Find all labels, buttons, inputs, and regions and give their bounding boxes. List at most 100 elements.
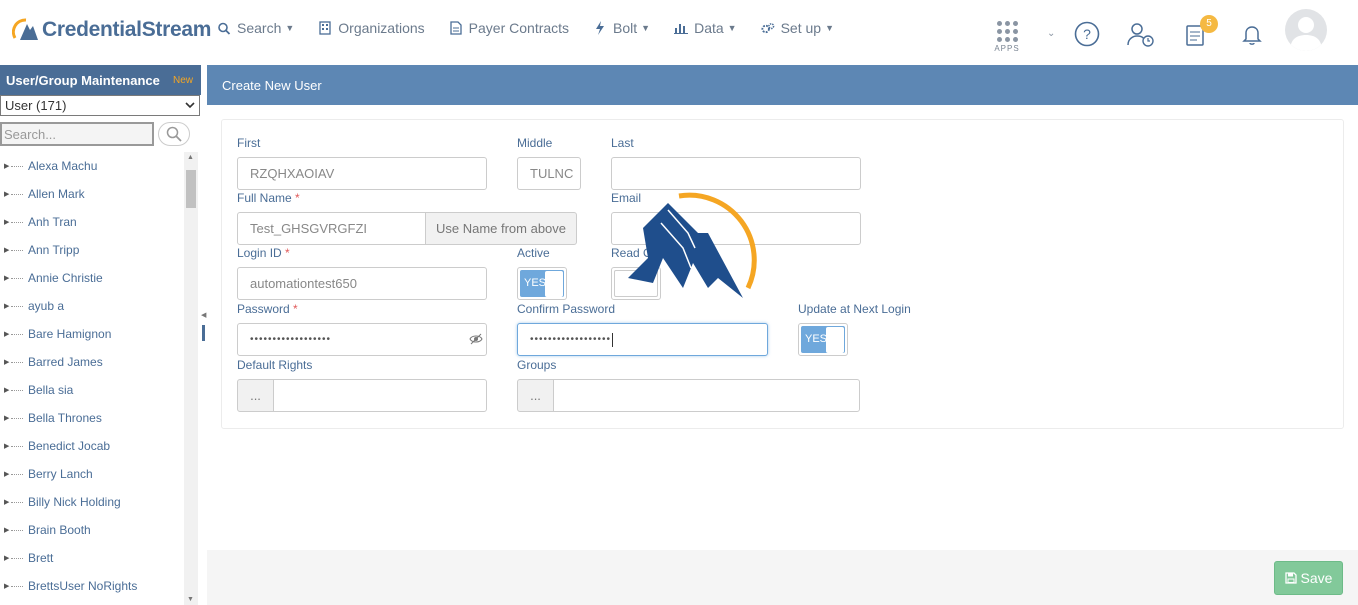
- list-item[interactable]: ▶ Bare Hamignon: [0, 320, 184, 348]
- list-item-label: Brain Booth: [28, 523, 91, 537]
- first-name-field[interactable]: RZQHXAOIAV: [237, 157, 487, 190]
- scroll-up-arrow-icon[interactable]: ▲: [187, 154, 194, 161]
- expand-arrow-icon[interactable]: ▶: [4, 554, 9, 562]
- list-item-label: Bella sia: [28, 383, 74, 397]
- full-name-value: Test_GHSGVRGFZI: [250, 221, 368, 236]
- list-item-label: Alexa Machu: [28, 159, 98, 173]
- apps-grid-icon: [990, 21, 1024, 42]
- active-toggle[interactable]: YES: [517, 267, 567, 300]
- password-field[interactable]: ••••••••••••••••••: [237, 323, 487, 356]
- svg-text:?: ?: [1083, 26, 1091, 42]
- expand-arrow-icon[interactable]: ▶: [4, 386, 9, 394]
- expand-arrow-icon[interactable]: ▶: [4, 302, 9, 310]
- sidebar-search-button[interactable]: [158, 122, 190, 146]
- required-mark: *: [285, 246, 290, 260]
- groups-field[interactable]: [553, 379, 860, 412]
- password-label: Password *: [237, 302, 298, 316]
- expand-arrow-icon[interactable]: ▶: [4, 442, 9, 450]
- expand-arrow-icon[interactable]: ▶: [4, 470, 9, 478]
- expand-arrow-icon[interactable]: ▶: [4, 414, 9, 422]
- full-name-field[interactable]: Test_GHSGVRGFZI: [237, 212, 427, 245]
- expand-arrow-icon[interactable]: ▶: [4, 582, 9, 590]
- bell-icon[interactable]: [1242, 24, 1262, 46]
- update-next-login-label: Update at Next Login: [798, 302, 911, 316]
- last-name-field[interactable]: [611, 157, 861, 190]
- expand-arrow-icon[interactable]: ▶: [4, 162, 9, 170]
- sidebar-search-placeholder: Search...: [4, 127, 57, 142]
- list-item[interactable]: ▶ Benedict Jocab: [0, 432, 184, 460]
- main-nav: Search ▼ Organizations Payer Contracts B…: [217, 20, 858, 36]
- expand-arrow-icon[interactable]: ▶: [4, 246, 9, 254]
- expand-arrow-icon[interactable]: ▶: [4, 218, 9, 226]
- expand-arrow-icon[interactable]: ▶: [4, 498, 9, 506]
- scrollbar-thumb[interactable]: [186, 170, 196, 208]
- expand-arrow-icon[interactable]: ▶: [4, 358, 9, 366]
- apps-launcher[interactable]: APPS: [990, 21, 1024, 53]
- nav-organizations[interactable]: Organizations: [318, 20, 425, 36]
- list-item-label: Bare Hamignon: [28, 327, 112, 341]
- nav-setup[interactable]: Set up ▼: [761, 20, 834, 36]
- sidebar-scrollbar[interactable]: ▲ ▼: [184, 152, 198, 605]
- list-item-label: Barred James: [28, 355, 103, 369]
- list-item[interactable]: ▶ Berry Lanch: [0, 460, 184, 488]
- eye-slash-icon[interactable]: [469, 333, 483, 345]
- help-icon[interactable]: ?: [1074, 21, 1100, 47]
- default-rights-picker-button[interactable]: ...: [237, 379, 274, 412]
- expand-arrow-icon[interactable]: ▶: [4, 190, 9, 198]
- brand-name: CredentialStream: [42, 18, 212, 41]
- list-item[interactable]: ▶ Bella Thrones: [0, 404, 184, 432]
- nav-search-label: Search: [237, 20, 282, 36]
- list-item-label: Bella Thrones: [28, 411, 102, 425]
- middle-name-label: Middle: [517, 136, 553, 150]
- list-item-label: Brett: [28, 551, 54, 565]
- sidebar-search-input[interactable]: Search...: [0, 122, 154, 146]
- confirm-password-value: ••••••••••••••••••: [530, 334, 612, 345]
- nav-payer-contracts[interactable]: Payer Contracts: [449, 20, 569, 36]
- expand-arrow-icon[interactable]: ▶: [4, 526, 9, 534]
- expand-arrow-icon[interactable]: ▶: [4, 330, 9, 338]
- chevron-down-icon: [185, 102, 195, 109]
- logo[interactable]: CredentialStream: [12, 16, 211, 44]
- list-item[interactable]: ▶ Anh Tran: [0, 208, 184, 236]
- collapse-sidebar-icon[interactable]: ◀: [201, 311, 206, 319]
- nav-data[interactable]: Data ▼: [674, 20, 737, 36]
- use-name-from-above-button[interactable]: Use Name from above: [425, 212, 577, 245]
- scroll-down-arrow-icon[interactable]: ▼: [187, 596, 194, 603]
- default-rights-field[interactable]: [273, 379, 487, 412]
- sidebar-resize-handle[interactable]: [202, 325, 205, 341]
- list-item[interactable]: ▶ Brett: [0, 544, 184, 572]
- last-name-label: Last: [611, 136, 634, 150]
- list-item[interactable]: ▶ Billy Nick Holding: [0, 488, 184, 516]
- user-clock-icon[interactable]: [1126, 21, 1156, 49]
- nav-search[interactable]: Search ▼: [217, 20, 294, 36]
- list-item[interactable]: ▶ Barred James: [0, 348, 184, 376]
- list-item[interactable]: ▶ BrettsUser NoRights: [0, 572, 184, 600]
- active-toggle-value: YES: [524, 277, 547, 289]
- nav-bolt[interactable]: Bolt ▼: [593, 20, 650, 36]
- groups-label: Groups: [517, 358, 557, 372]
- list-item[interactable]: ▶ Annie Christie: [0, 264, 184, 292]
- list-item[interactable]: ▶ ayub a: [0, 292, 184, 320]
- save-button[interactable]: Save: [1274, 561, 1343, 595]
- save-button-label: Save: [1300, 570, 1333, 586]
- first-name-value: RZQHXAOIAV: [250, 166, 335, 181]
- floppy-disk-icon: [1284, 572, 1297, 584]
- list-item[interactable]: ▶ Bella sia: [0, 376, 184, 404]
- login-id-label: Login ID *: [237, 246, 290, 260]
- building-icon: [319, 21, 331, 35]
- avatar[interactable]: [1285, 9, 1327, 51]
- confirm-password-label: Confirm Password: [517, 302, 616, 316]
- expand-arrow-icon[interactable]: ▶: [4, 274, 9, 282]
- login-id-field[interactable]: automationtest650: [237, 267, 487, 300]
- list-item[interactable]: ▶ Allen Mark: [0, 180, 184, 208]
- default-rights-label: Default Rights: [237, 358, 313, 372]
- list-item[interactable]: ▶ Alexa Machu: [0, 152, 184, 180]
- groups-picker-button[interactable]: ...: [517, 379, 554, 412]
- chevron-down-icon: ▼: [825, 23, 834, 33]
- update-next-login-toggle[interactable]: YES: [798, 323, 848, 356]
- list-item[interactable]: ▶ Brain Booth: [0, 516, 184, 544]
- list-item[interactable]: ▶ Ann Tripp: [0, 236, 184, 264]
- middle-name-field[interactable]: TULNC: [517, 157, 581, 190]
- chevron-down-icon[interactable]: ⌄: [1047, 28, 1055, 39]
- user-group-select[interactable]: User (171): [0, 95, 200, 116]
